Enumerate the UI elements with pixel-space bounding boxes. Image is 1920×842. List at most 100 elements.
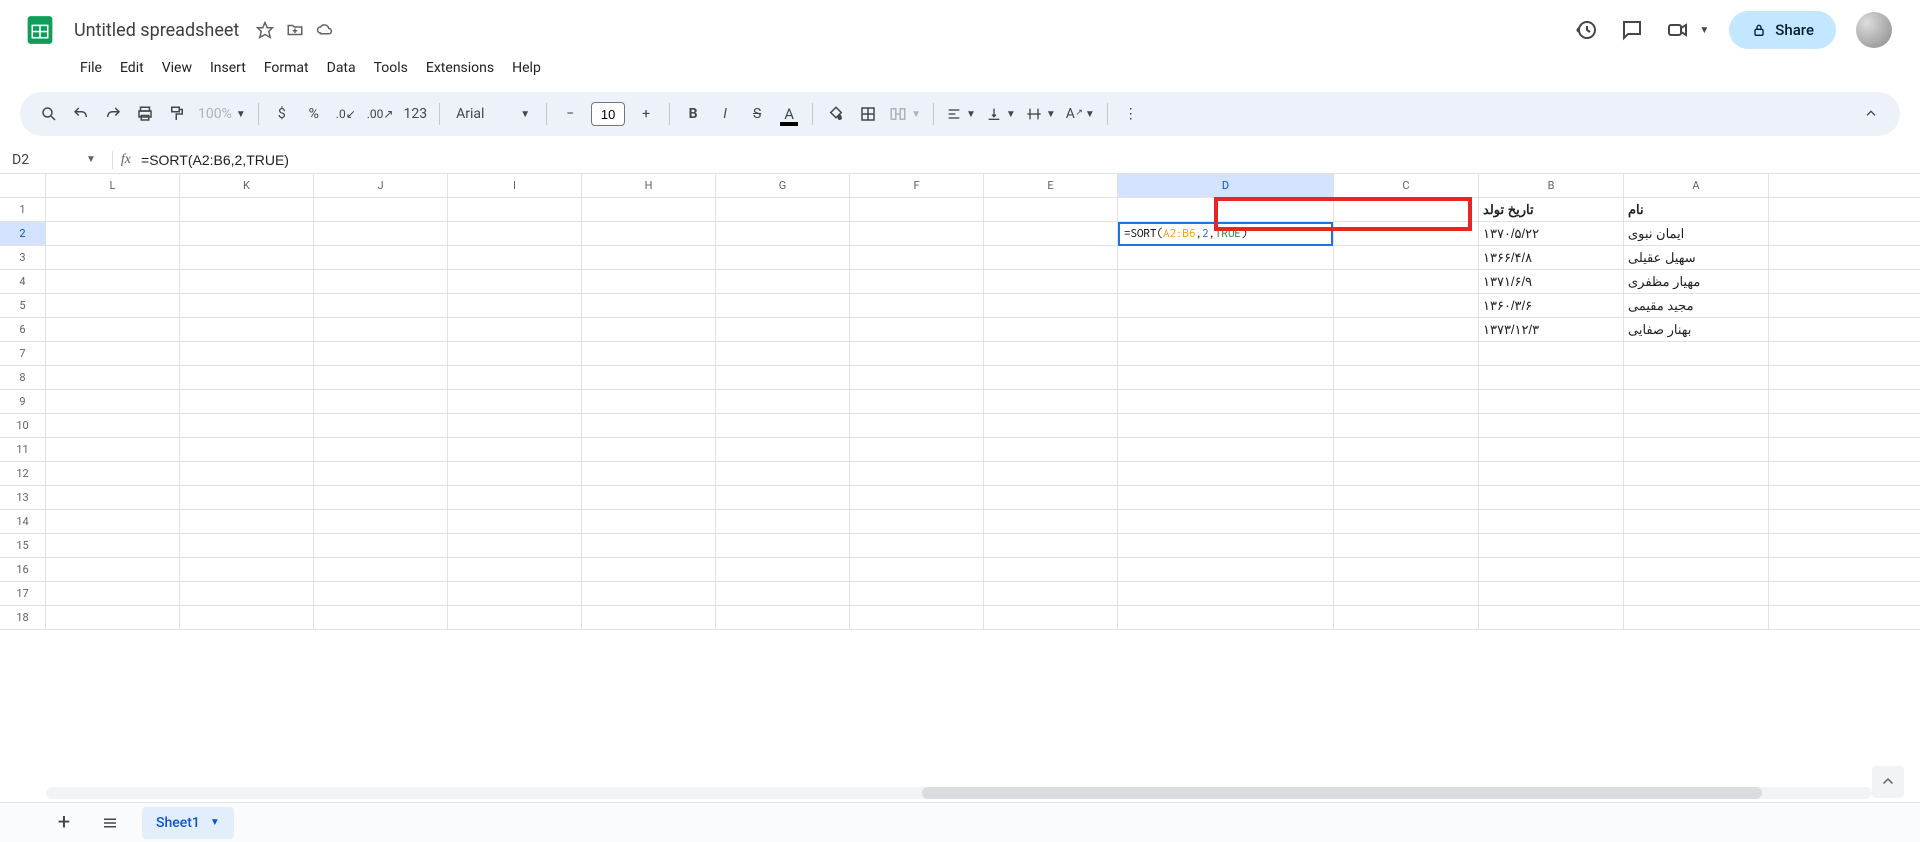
cell-G14[interactable] [716,510,850,534]
cell-L8[interactable] [46,366,180,390]
cell-E5[interactable] [984,294,1118,318]
cell-H5[interactable] [582,294,716,318]
account-avatar[interactable] [1856,12,1892,48]
horizontal-align-button[interactable]: ▼ [942,99,980,129]
cell-A18[interactable] [1624,606,1769,630]
cell-J4[interactable] [314,270,448,294]
cell-F13[interactable] [850,486,984,510]
row-header-17[interactable]: 17 [0,582,46,606]
document-title[interactable]: Untitled spreadsheet [68,18,245,43]
cell-G1[interactable] [716,198,850,222]
cell-I1[interactable] [448,198,582,222]
cell-C16[interactable] [1334,558,1479,582]
cell-J12[interactable] [314,462,448,486]
number-format-button[interactable]: 123 [399,99,431,129]
cell-K2[interactable] [180,222,314,246]
text-color-button[interactable]: A [774,99,804,129]
cell-K13[interactable] [180,486,314,510]
cell-E1[interactable] [984,198,1118,222]
column-header-K[interactable]: K [180,174,314,197]
cell-D2[interactable]: =SORT(A2:B6,2,TRUE) [1118,222,1334,246]
cell-E16[interactable] [984,558,1118,582]
cell-G4[interactable] [716,270,850,294]
cell-F1[interactable] [850,198,984,222]
cell-L18[interactable] [46,606,180,630]
cell-I12[interactable] [448,462,582,486]
cell-B11[interactable] [1479,438,1624,462]
row-header-5[interactable]: 5 [0,294,46,318]
cell-G12[interactable] [716,462,850,486]
cell-A6[interactable]: بهنار صفایی [1624,318,1769,342]
cell-G9[interactable] [716,390,850,414]
text-wrap-button[interactable]: ▼ [1022,99,1060,129]
cell-G18[interactable] [716,606,850,630]
all-sheets-button[interactable] [96,809,124,837]
cell-C3[interactable] [1334,246,1479,270]
cell-A1[interactable]: نام [1624,198,1769,222]
cell-C11[interactable] [1334,438,1479,462]
cell-D8[interactable] [1118,366,1334,390]
fill-color-button[interactable] [821,99,851,129]
comments-icon[interactable] [1619,17,1645,43]
cell-A13[interactable] [1624,486,1769,510]
cell-D11[interactable] [1118,438,1334,462]
undo-icon[interactable] [66,99,96,129]
menu-help[interactable]: Help [504,56,549,80]
name-box[interactable]: D2 [8,152,78,168]
cell-K5[interactable] [180,294,314,318]
cell-E11[interactable] [984,438,1118,462]
menu-edit[interactable]: Edit [112,56,152,80]
cell-I8[interactable] [448,366,582,390]
cell-F8[interactable] [850,366,984,390]
cell-I11[interactable] [448,438,582,462]
column-header-D[interactable]: D [1118,174,1334,197]
cell-K6[interactable] [180,318,314,342]
cell-L14[interactable] [46,510,180,534]
cell-C15[interactable] [1334,534,1479,558]
cell-K18[interactable] [180,606,314,630]
search-icon[interactable] [34,99,64,129]
column-header-A[interactable]: A [1624,174,1769,197]
cell-F12[interactable] [850,462,984,486]
row-header-13[interactable]: 13 [0,486,46,510]
cell-H16[interactable] [582,558,716,582]
menu-tools[interactable]: Tools [366,56,416,80]
cell-I3[interactable] [448,246,582,270]
cell-B2[interactable]: ۱۳۷۰/۵/۲۲ [1479,222,1624,246]
cell-A12[interactable] [1624,462,1769,486]
cell-J6[interactable] [314,318,448,342]
cell-H11[interactable] [582,438,716,462]
row-header-4[interactable]: 4 [0,270,46,294]
cell-L12[interactable] [46,462,180,486]
cell-C10[interactable] [1334,414,1479,438]
cell-G2[interactable] [716,222,850,246]
cell-F14[interactable] [850,510,984,534]
cell-C1[interactable] [1334,198,1479,222]
cell-B13[interactable] [1479,486,1624,510]
cell-C2[interactable] [1334,222,1479,246]
cell-K16[interactable] [180,558,314,582]
cell-E15[interactable] [984,534,1118,558]
menu-extensions[interactable]: Extensions [418,56,502,80]
cell-D17[interactable] [1118,582,1334,606]
cell-E10[interactable] [984,414,1118,438]
cell-L6[interactable] [46,318,180,342]
cell-D4[interactable] [1118,270,1334,294]
font-size-increase[interactable]: + [631,99,661,129]
cell-L1[interactable] [46,198,180,222]
star-icon[interactable] [255,20,275,40]
cell-C14[interactable] [1334,510,1479,534]
cell-J18[interactable] [314,606,448,630]
cell-H15[interactable] [582,534,716,558]
cell-K8[interactable] [180,366,314,390]
cell-D13[interactable] [1118,486,1334,510]
currency-button[interactable]: $ [267,99,297,129]
cell-G7[interactable] [716,342,850,366]
print-icon[interactable] [130,99,160,129]
cell-A17[interactable] [1624,582,1769,606]
cell-H17[interactable] [582,582,716,606]
cell-B1[interactable]: تاریخ تولد [1479,198,1624,222]
cell-B7[interactable] [1479,342,1624,366]
column-header-I[interactable]: I [448,174,582,197]
cell-L9[interactable] [46,390,180,414]
